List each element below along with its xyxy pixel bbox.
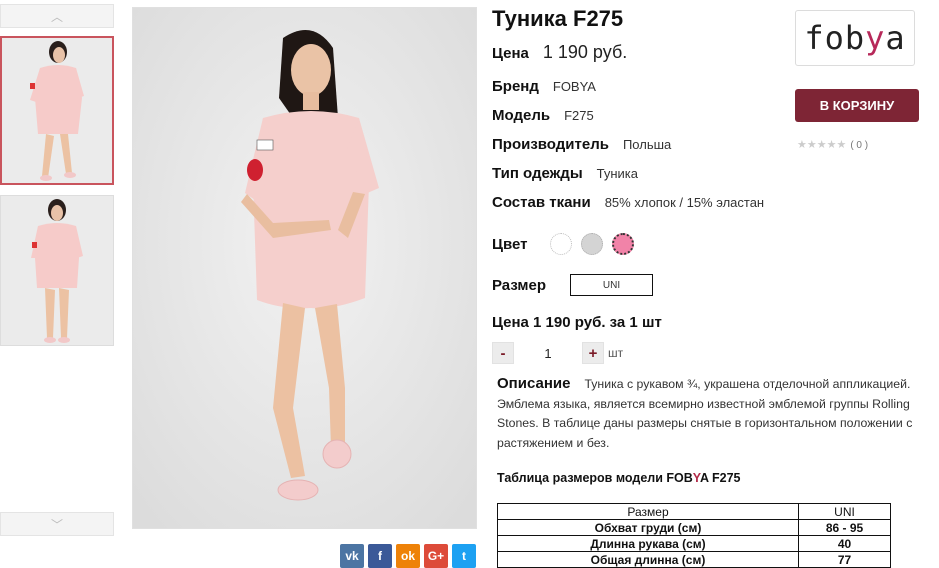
thumbnail-scroll-down-button[interactable]: ﹀: [0, 512, 114, 536]
color-swatch-pink[interactable]: [612, 233, 635, 255]
main-product-image[interactable]: [132, 7, 477, 529]
attribute-label: Тип одежды: [492, 165, 583, 182]
color-row: Цвет: [492, 233, 635, 255]
table-cell: 77: [798, 551, 891, 568]
share-buttons: vk f ok G+ t: [340, 544, 476, 568]
price-row: Цена 1 190 руб.: [492, 42, 627, 63]
attribute-row-model: Модель F275: [492, 107, 594, 124]
total-price-text: Цена 1 190 руб. за 1 шт: [492, 314, 662, 331]
brand-logo[interactable]: fob y a: [795, 10, 915, 66]
description-label: Описание: [497, 375, 571, 392]
thumbnail-2[interactable]: [0, 195, 114, 346]
color-swatch-white[interactable]: [550, 233, 573, 255]
facebook-icon[interactable]: f: [368, 544, 392, 568]
attribute-row-clothing-type: Тип одежды Туника: [492, 165, 638, 182]
attribute-row-manufacturer: Производитель Польша: [492, 136, 671, 153]
table-row: Длинна рукава (см) 40: [497, 535, 891, 552]
attribute-value: F275: [564, 108, 594, 123]
table-header: UNI: [798, 503, 891, 520]
size-table: Размер UNI Обхват груди (см) 86 - 95 Дли…: [497, 503, 891, 568]
quantity-input[interactable]: 1: [514, 346, 582, 361]
description-block: Описание Туника с рукавом ¾, украшена отд…: [497, 374, 937, 453]
table-row: Обхват груди (см) 86 - 95: [497, 519, 891, 536]
google-plus-icon[interactable]: G+: [424, 544, 448, 568]
product-title: Туника F275: [492, 6, 624, 31]
attribute-row-fabric: Состав ткани 85% хлопок / 15% эластан: [492, 194, 764, 211]
quantity-increase-button[interactable]: +: [582, 342, 604, 364]
table-row: Общая длинна (см) 77: [497, 551, 891, 568]
rating-count: ( 0 ): [850, 140, 869, 151]
vk-icon[interactable]: vk: [340, 544, 364, 568]
quantity-decrease-button[interactable]: -: [492, 342, 514, 364]
color-label: Цвет: [492, 235, 528, 253]
size-option-uni[interactable]: UNI: [570, 274, 654, 296]
price-value: 1 190 руб.: [542, 42, 628, 62]
chevron-down-icon: ﹀: [50, 517, 63, 532]
model-photo: [133, 8, 476, 528]
chevron-up-icon: ︿: [50, 9, 63, 24]
add-to-cart-button[interactable]: В КОРЗИНУ: [795, 89, 919, 122]
table-cell: Длинна рукава (см): [497, 535, 799, 552]
thumbnail-scroll-up-button[interactable]: ︿: [0, 4, 114, 28]
star-rating-icon: ★★★★★: [797, 139, 847, 151]
attribute-label: Производитель: [492, 136, 609, 153]
color-swatch-grey[interactable]: [581, 233, 604, 255]
table-header-row: Размер UNI: [497, 503, 891, 520]
attribute-row-brand: Бренд FOBYA: [492, 78, 596, 95]
size-label: Размер: [492, 276, 547, 294]
thumbnail-gallery: ︿ ﹀: [0, 0, 116, 568]
table-cell: 86 - 95: [798, 519, 891, 536]
size-row: Размер UNI: [492, 274, 654, 296]
table-cell: Общая длинна (см): [497, 551, 799, 568]
total-price-row: Цена 1 190 руб. за 1 шт: [492, 314, 662, 331]
size-table-title: Таблица размеров модели FOBYA F275: [497, 471, 741, 485]
attribute-value: Туника: [596, 166, 638, 181]
model-photo-thumbnail: [2, 38, 112, 183]
model-photo-thumbnail: [1, 196, 113, 345]
price-label: Цена: [492, 45, 529, 62]
rating[interactable]: ★★★★★( 0 ): [797, 138, 868, 151]
table-header: Размер: [497, 503, 799, 520]
attribute-value: Польша: [622, 137, 672, 152]
twitter-icon[interactable]: t: [452, 544, 476, 568]
attribute-label: Состав ткани: [492, 194, 591, 211]
attribute-label: Модель: [492, 107, 551, 124]
thumbnail-1[interactable]: [0, 36, 114, 185]
attribute-value: 85% хлопок / 15% эластан: [604, 195, 765, 210]
attribute-label: Бренд: [492, 78, 539, 95]
table-cell: 40: [798, 535, 891, 552]
odnoklassniki-icon[interactable]: ok: [396, 544, 420, 568]
table-cell: Обхват груди (см): [497, 519, 799, 536]
attribute-value: FOBYA: [552, 79, 596, 94]
quantity-unit: шт: [608, 346, 624, 360]
quantity-stepper: - 1 + шт: [492, 342, 623, 364]
